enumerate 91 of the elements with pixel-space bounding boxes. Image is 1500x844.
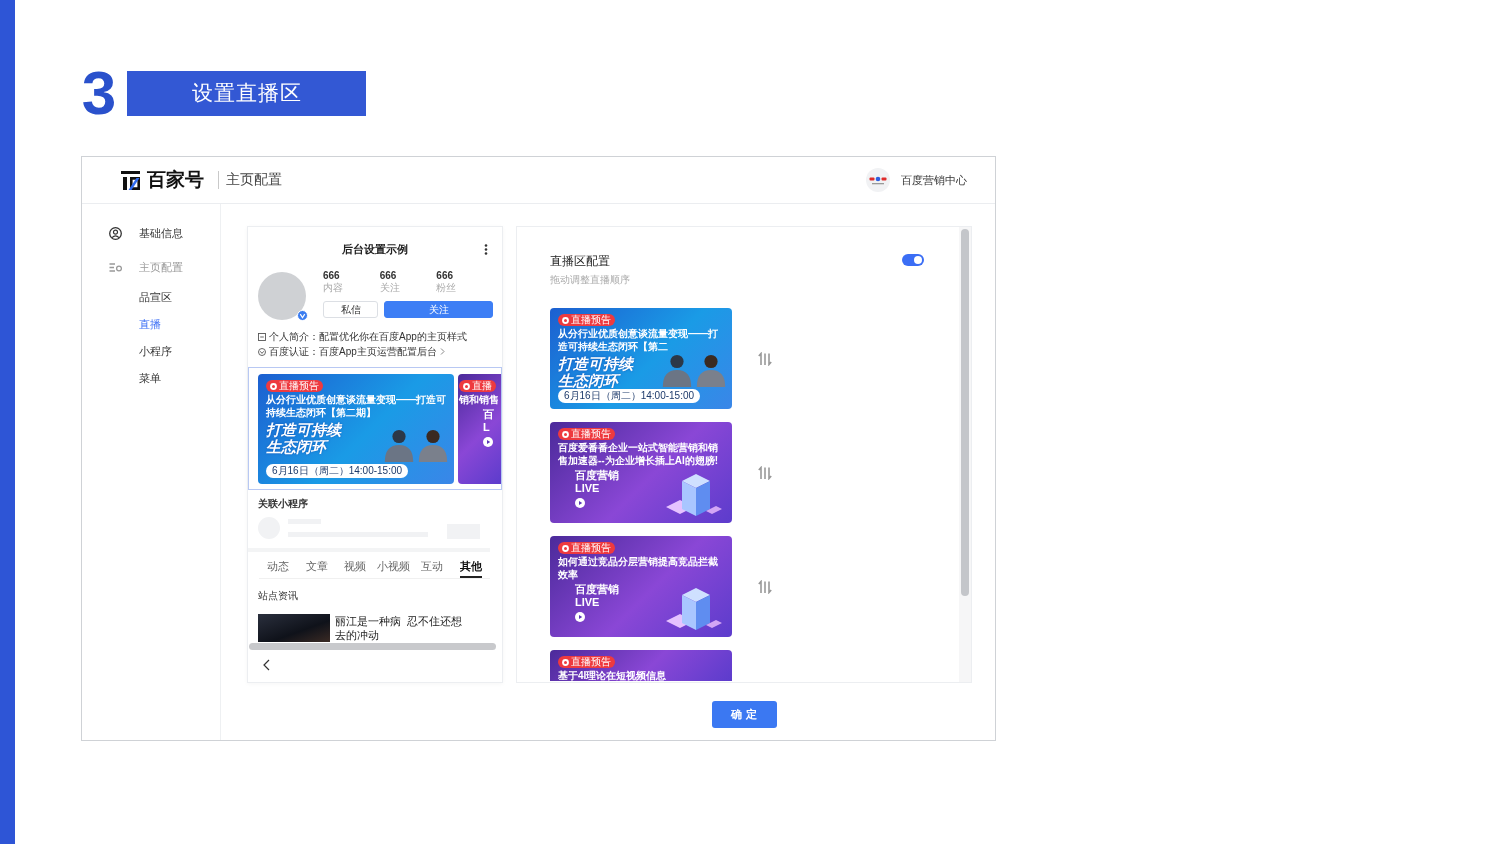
panel-subtitle: 拖动调整直播顺序 [550,273,630,287]
section-title-banner: 设置直播区 [127,70,366,116]
step-number: 3 [81,68,117,118]
play-icon [575,498,585,508]
record-dot-icon [562,430,569,438]
stat-value: 666 [436,270,454,282]
live-title: 销和销售 [459,393,499,406]
verification-text: 百度认证：百度App主页运营配置后台 [269,344,437,359]
live-card[interactable]: 直播预告 基于4I理论在短视频信息 [550,650,732,681]
record-dot-icon [562,544,569,552]
logo-text: 百家号 [147,168,204,192]
live-card[interactable]: 直播预告 如何通过竞品分层营销提高竞品拦截效率 百度营销 LIVE [550,536,732,637]
stat-label: 内容 [323,282,343,294]
more-icon[interactable] [484,243,488,255]
confirm-button[interactable]: 确 定 [711,701,777,728]
record-dot-icon [463,382,470,390]
isometric-building-drawing [664,473,722,517]
record-dot-icon [562,316,569,324]
tab[interactable]: 文章 [305,556,328,578]
nav-subitem[interactable]: 小程序 [82,338,220,365]
panel-title: 直播区配置 [550,253,611,269]
live-card[interactable]: 直播 销和销售 百 L [458,374,501,484]
profile-intro-text: 个人简介：配置优化你在百度App的主页样式 [269,329,467,344]
live-status-label: 直播预告 [279,380,319,392]
tab[interactable]: 小视频 [377,556,411,578]
person-silhouette [382,428,416,462]
stat-value: 666 [379,270,397,282]
tab[interactable]: 其他 [459,556,482,578]
nav-subitem[interactable]: 菜单 [82,365,220,392]
profile-button[interactable]: 私信 [323,301,378,318]
live-status-label: 直播 [472,380,492,392]
poster-headline: 打造可持续 生态闭环 [558,355,633,389]
logo-icon [120,169,141,191]
toggle-switch[interactable] [902,254,924,266]
live-status-label: 直播预告 [571,656,611,668]
nav-subitem[interactable]: 品宣区 [82,284,220,311]
preview-title: 后台设置示例 [342,241,408,257]
live-title: 百度爱番番企业一站式智能营销和销售加速器--为企业增长插上AI的翅膀! [558,441,719,467]
document-icon [258,332,266,341]
live-status-label: 直播预告 [571,542,611,554]
account-name[interactable]: 百度营销中心 [901,172,967,188]
article-title[interactable]: 丽江是一种病 忍不住还想去的冲动 [335,614,467,642]
verified-badge-icon [297,310,308,321]
live-status-label: 直播预告 [571,314,611,326]
avatar-placeholder [258,272,306,320]
section-heading: 站点资讯 [258,589,299,603]
mini-program-title: 关联小程序 [258,497,309,511]
chevron-right-icon[interactable] [439,348,445,355]
tab[interactable]: 视频 [344,556,367,578]
up-down-arrows-icon[interactable] [758,351,772,366]
poster-headline: 百 L [483,408,494,434]
date-pill: 6月16日（周二）14:00-15:00 [558,389,701,403]
isometric-building-drawing [664,587,722,631]
up-down-arrows-icon[interactable] [758,579,772,594]
brand-logo-icon [866,168,890,192]
profile-button[interactable]: 关注 [384,301,493,318]
record-dot-icon [270,382,277,390]
back-icon[interactable] [263,659,270,671]
check-circle-icon [258,347,266,356]
play-icon [575,612,585,622]
date-pill: 6月16日（周二）14:00-15:00 [266,464,409,478]
scrollbar-thumb[interactable] [961,229,969,596]
poster-headline: 打造可持续 生态闭环 [266,421,341,455]
live-title: 从分行业优质创意谈流量变现——打造可持续生态闭环【第二期】 [266,393,446,419]
page-title: 主页配置 [226,171,282,189]
poster-headline: 百度营销 LIVE [575,583,619,609]
live-title: 从分行业优质创意谈流量变现——打造可持续生态闭环【第二 [558,327,719,353]
user-icon [109,226,122,240]
nav-item[interactable]: 基础信息 [82,220,220,246]
live-title: 如何通过竞品分层营销提高竞品拦截效率 [558,555,719,581]
live-card[interactable]: 直播预告 百度爱番番企业一站式智能营销和销售加速器--为企业增长插上AI的翅膀! 百度营销 LIVE [550,422,732,523]
stat-label: 关注 [379,282,400,294]
tab[interactable]: 互动 [421,556,444,578]
scrollbar-thumb[interactable] [249,643,496,650]
stat-label: 粉丝 [436,282,457,294]
live-title: 基于4I理论在短视频信息 [558,669,667,682]
stat-value: 666 [323,270,340,282]
person-silhouette [694,353,728,387]
live-card[interactable]: 直播预告 从分行业优质创意谈流量变现——打造可持续生态闭环【第二 打造可持续 生态闭环 6月16日（周二）14:00-15:00 [550,308,732,409]
tab[interactable]: 动态 [267,556,290,578]
play-icon [483,437,493,447]
list-settings-icon [109,260,122,274]
person-silhouette [660,353,694,387]
photo-placeholder [258,614,330,642]
up-down-arrows-icon[interactable] [758,465,772,480]
person-silhouette [416,428,450,462]
poster-headline: 百度营销 LIVE [575,469,619,495]
nav-subitem[interactable]: 直播 [82,311,220,338]
record-dot-icon [562,658,569,666]
live-card[interactable]: 直播预告 从分行业优质创意谈流量变现——打造可持续生态闭环【第二期】 打造可持续 生态闭环 6月16日（周二）14:00-15:00 [258,374,454,484]
live-status-label: 直播预告 [571,428,611,440]
